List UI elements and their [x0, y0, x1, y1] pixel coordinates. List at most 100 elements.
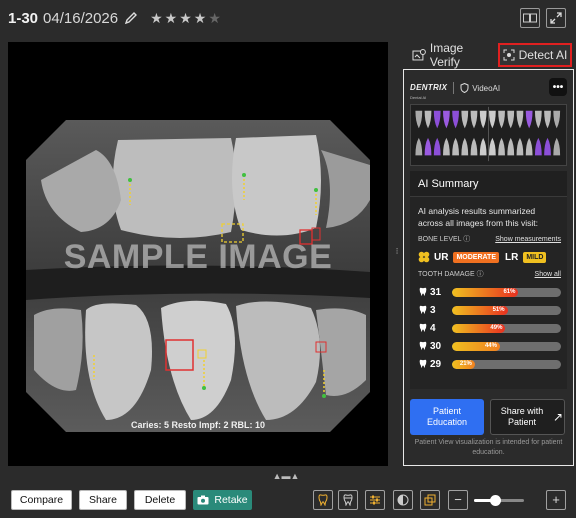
- star-rating[interactable]: ★ ★ ★ ★ ★: [150, 11, 221, 25]
- odontogram-tooth[interactable]: [461, 110, 469, 129]
- split-view-button[interactable]: [520, 8, 540, 28]
- odontogram-tooth[interactable]: [525, 110, 533, 129]
- more-options-button[interactable]: •••: [549, 78, 567, 96]
- odontogram-tooth[interactable]: [424, 110, 432, 129]
- tooth-number: 4: [430, 322, 436, 334]
- odontogram-tooth[interactable]: [415, 137, 423, 156]
- tooth-damage-label: TOOTH DAMAGE ⓘ: [418, 271, 484, 278]
- contrast-tool-button[interactable]: [393, 490, 413, 510]
- tab-detect-ai-label: Detect AI: [518, 48, 568, 62]
- odontogram-tooth[interactable]: [433, 110, 441, 129]
- zoom-slider-knob[interactable]: [490, 495, 501, 506]
- odontogram-tooth[interactable]: [534, 137, 542, 156]
- tooth-number: 31: [430, 286, 442, 298]
- star-icon[interactable]: ★: [194, 11, 207, 25]
- bone-level-header: BONE LEVEL ⓘ Show measurements: [410, 234, 567, 244]
- odontogram-tooth[interactable]: [461, 137, 469, 156]
- tooth-damage-row[interactable]: 30 44%: [418, 337, 561, 355]
- odontogram-tooth[interactable]: [498, 137, 505, 156]
- odontogram-tooth[interactable]: [544, 110, 551, 129]
- info-icon[interactable]: ⓘ: [463, 236, 470, 243]
- detect-ai-panel: DENTRIX Dental AI VideoAI ••• AI Summary…: [403, 69, 574, 466]
- videoai-label: VideoAI: [460, 83, 500, 93]
- info-icon[interactable]: ⓘ: [477, 271, 484, 278]
- odontogram-tooth[interactable]: [479, 137, 487, 156]
- tooth-tool-button[interactable]: [313, 490, 333, 510]
- odontogram-tooth[interactable]: [488, 110, 496, 129]
- crown-tooth-icon: [343, 494, 353, 506]
- show-all-link[interactable]: Show all: [535, 271, 561, 278]
- layers-icon: [424, 494, 436, 506]
- odontogram-tooth[interactable]: [470, 137, 478, 156]
- odontogram-tooth[interactable]: [452, 110, 459, 129]
- odontogram-tooth[interactable]: [415, 110, 423, 129]
- odontogram-tooth[interactable]: [507, 110, 515, 129]
- restoration-tool-button[interactable]: [338, 490, 358, 510]
- star-icon[interactable]: ★: [179, 11, 192, 25]
- tab-detect-ai[interactable]: Detect AI: [498, 43, 572, 67]
- show-measurements-link[interactable]: Show measurements: [495, 236, 561, 243]
- tooth-damage-row[interactable]: 3 51%: [418, 301, 561, 319]
- zoom-in-button[interactable]: +: [546, 490, 566, 510]
- damage-percent: 49%: [490, 324, 503, 331]
- tooth-icon: [419, 341, 427, 351]
- edit-pencil-icon[interactable]: [124, 11, 138, 25]
- odontogram-tooth[interactable]: [488, 137, 496, 156]
- odontogram-tooth[interactable]: [479, 110, 487, 129]
- share-with-patient-button[interactable]: Share with Patient ↗: [490, 399, 565, 435]
- damage-percent: 61%: [503, 288, 516, 295]
- share-with-patient-label: Share with Patient: [500, 406, 544, 427]
- odontogram-tooth[interactable]: [534, 110, 542, 129]
- patient-education-label: Patient Education: [426, 406, 468, 427]
- tooth-icon: [419, 287, 427, 297]
- star-icon[interactable]: ★: [150, 11, 163, 25]
- tab-image-verify[interactable]: Image Verify: [404, 41, 496, 69]
- retake-button[interactable]: Retake: [193, 490, 252, 510]
- tooth-icon: [419, 323, 427, 333]
- bone-arch-ur: UR: [434, 251, 449, 263]
- tooth-damage-row[interactable]: 4 49%: [418, 319, 561, 337]
- zoom-slider[interactable]: [474, 495, 524, 506]
- xray-viewer[interactable]: SAMPLE IMAGE Caries: 5 Resto Impf: 2 RBL…: [8, 42, 388, 466]
- tooth-chart[interactable]: [410, 104, 567, 166]
- expand-button[interactable]: [546, 8, 566, 28]
- overlay-tool-button[interactable]: [420, 490, 440, 510]
- bottom-resize-handle[interactable]: ▲▬▲: [271, 472, 301, 481]
- odontogram-tooth[interactable]: [452, 137, 459, 156]
- odontogram-tooth[interactable]: [443, 110, 450, 129]
- odontogram-tooth[interactable]: [433, 137, 441, 156]
- star-icon[interactable]: ★: [208, 11, 221, 25]
- star-icon[interactable]: ★: [165, 11, 178, 25]
- odontogram-tooth[interactable]: [553, 110, 561, 129]
- odontogram-tooth[interactable]: [553, 137, 561, 156]
- right-panel-tabs: Image Verify Detect AI: [404, 41, 574, 69]
- bottom-toolbar: Compare Share Delete Retake − +: [0, 484, 576, 516]
- odontogram-tooth[interactable]: [470, 110, 478, 129]
- share-button[interactable]: Share: [79, 490, 127, 510]
- brand-name: DENTRIX: [410, 82, 448, 92]
- odontogram-tooth[interactable]: [443, 137, 450, 156]
- odontogram-tooth[interactable]: [525, 137, 533, 156]
- external-arrow-icon: ↗: [553, 409, 564, 424]
- tooth-damage-row[interactable]: 29 21%: [418, 355, 561, 373]
- plus-icon: +: [552, 492, 560, 507]
- contrast-icon: [397, 494, 409, 506]
- odontogram-tooth[interactable]: [424, 137, 432, 156]
- tooth-damage-row[interactable]: 31 61%: [418, 283, 561, 301]
- zoom-out-button[interactable]: −: [448, 490, 468, 510]
- adjust-tool-button[interactable]: [365, 490, 385, 510]
- odontogram-tooth[interactable]: [516, 110, 524, 129]
- odontogram-tooth[interactable]: [516, 137, 524, 156]
- brand-row: DENTRIX Dental AI VideoAI •••: [410, 77, 567, 100]
- odontogram-tooth[interactable]: [544, 137, 551, 156]
- dentrix-logo: DENTRIX Dental AI: [410, 77, 447, 100]
- more-dots-icon: •••: [552, 81, 564, 93]
- delete-button[interactable]: Delete: [134, 490, 186, 510]
- patient-education-button[interactable]: Patient Education: [410, 399, 484, 435]
- brand-divider: [453, 82, 455, 94]
- compare-button[interactable]: Compare: [11, 490, 72, 510]
- odontogram-tooth[interactable]: [507, 137, 515, 156]
- expand-icon: [550, 12, 562, 24]
- odontogram-tooth[interactable]: [498, 110, 505, 129]
- panel-resize-handle[interactable]: ⁝: [393, 246, 401, 260]
